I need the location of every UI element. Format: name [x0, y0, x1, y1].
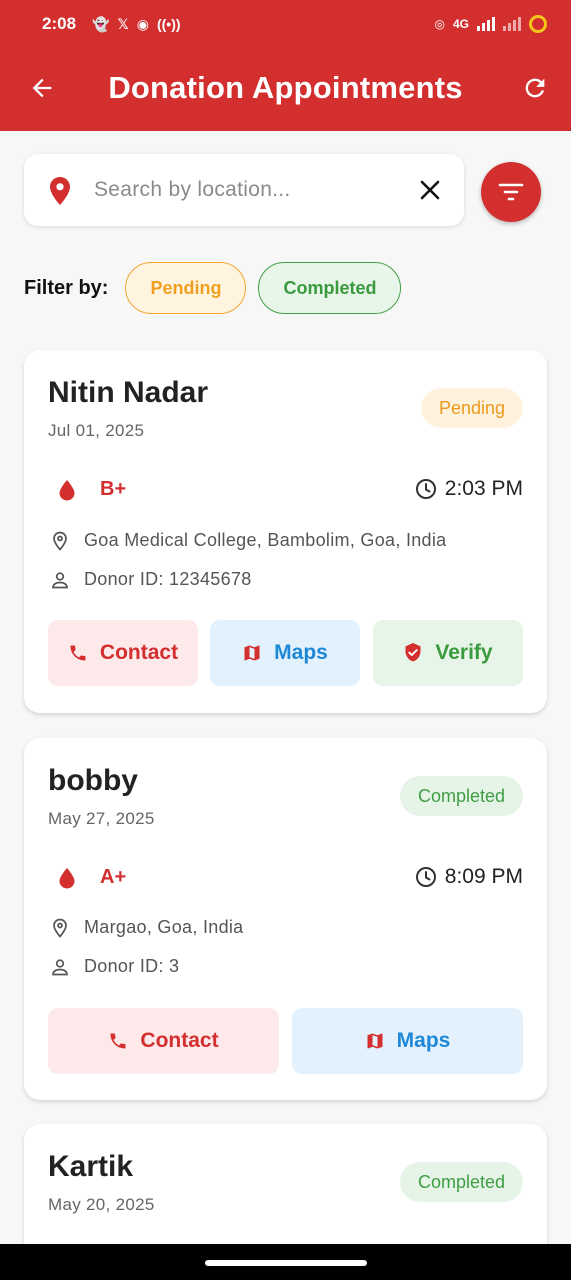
map-icon	[244, 645, 260, 661]
clock-icon	[415, 867, 436, 887]
phone-icon	[70, 645, 86, 661]
system-nav-bar	[0, 1244, 571, 1280]
filter-button[interactable]	[481, 162, 541, 222]
page-title: Donation Appointments	[108, 70, 463, 105]
contact-label: Contact	[140, 1029, 219, 1052]
contact-button[interactable]: Contact	[48, 1008, 279, 1074]
status-time: 2:08	[42, 14, 77, 33]
contact-button[interactable]: Contact	[48, 620, 198, 686]
status-badge: Pending	[420, 388, 523, 428]
filter-row: Filter by: Pending Completed	[24, 262, 413, 314]
phone-icon	[110, 1033, 126, 1049]
filter-chip-pending[interactable]: Pending	[125, 262, 247, 314]
maps-label: Maps	[274, 641, 328, 664]
appointment-time: 2:03 PM	[444, 477, 523, 500]
contact-label: Contact	[99, 641, 179, 664]
donor-name: Kartik	[48, 1150, 134, 1183]
status-bar: 2:08 👻 𝕏 ◉ ((•)) ◎ 4G	[0, 0, 571, 48]
blood-type-row: B+	[58, 478, 126, 501]
snapchat-icon: 👻	[92, 15, 110, 32]
appointment-date: Jul 01, 2025	[48, 421, 145, 440]
donor-name: Nitin Nadar	[48, 376, 209, 409]
donor-id: Donor ID: 3	[84, 956, 180, 976]
signal-icon-2	[503, 17, 521, 31]
status-badge: Completed	[399, 1162, 523, 1202]
appointment-card[interactable]: Nitin Nadar Jul 01, 2025 Pending B+ 2:03…	[24, 350, 547, 713]
verified-shield-icon	[405, 643, 421, 662]
appointment-location: Margao, Goa, India	[84, 917, 244, 937]
network-type: 4G	[452, 17, 469, 31]
maps-label: Maps	[396, 1029, 451, 1052]
app-bar: Donation Appointments	[0, 48, 571, 131]
hotspot-icon: ((•))	[156, 16, 181, 32]
appointment-time: 8:09 PM	[444, 865, 523, 888]
verify-button[interactable]: Verify	[373, 620, 523, 686]
filter-icon	[498, 183, 524, 201]
filter-label: Filter by:	[24, 276, 109, 299]
status-badge: Completed	[399, 776, 523, 816]
clock-icon	[415, 479, 436, 499]
appointment-time-row: 8:09 PM	[415, 865, 523, 889]
location-pin-icon	[53, 531, 67, 551]
location-row: Margao, Goa, India	[50, 917, 244, 938]
search-box	[24, 154, 464, 226]
blood-drop-icon	[59, 479, 75, 500]
home-gesture-handle[interactable]	[205, 1260, 367, 1266]
signal-icon	[477, 17, 495, 31]
appointment-date: May 20, 2025	[48, 1195, 155, 1214]
refresh-icon[interactable]	[521, 74, 549, 102]
appointment-card[interactable]: bobby May 27, 2025 Completed A+ 8:09 PM …	[24, 738, 547, 1100]
map-icon	[367, 1033, 383, 1049]
location-row: Goa Medical College, Bambolim, Goa, Indi…	[50, 530, 446, 551]
location-pin-icon	[53, 918, 67, 938]
x-icon: 𝕏	[117, 15, 129, 32]
maps-button[interactable]: Maps	[292, 1008, 523, 1074]
appointment-location: Goa Medical College, Bambolim, Goa, Indi…	[84, 530, 447, 550]
donor-name: bobby	[48, 764, 138, 797]
filter-chip-completed[interactable]: Completed	[258, 262, 402, 314]
messenger-icon: ◉	[136, 15, 149, 32]
appointment-date: May 27, 2025	[48, 809, 155, 828]
donor-id: Donor ID: 12345678	[84, 569, 252, 589]
close-icon[interactable]	[418, 178, 442, 202]
location-pin-icon	[50, 177, 70, 205]
maps-button[interactable]: Maps	[210, 620, 360, 686]
appointment-time-row: 2:03 PM	[415, 477, 523, 501]
person-icon	[52, 958, 68, 975]
search-input[interactable]	[94, 172, 404, 208]
blood-drop-icon	[59, 867, 75, 888]
wifi-icon: ◎	[434, 17, 445, 31]
blood-type-row: A+	[58, 866, 126, 889]
verify-label: Verify	[435, 641, 493, 664]
blood-type: B+	[100, 478, 127, 500]
blood-type: A+	[100, 866, 127, 888]
battery-icon	[529, 15, 547, 33]
person-icon	[52, 571, 68, 588]
donor-id-row: Donor ID: 12345678	[50, 569, 252, 590]
donor-id-row: Donor ID: 3	[50, 956, 179, 977]
